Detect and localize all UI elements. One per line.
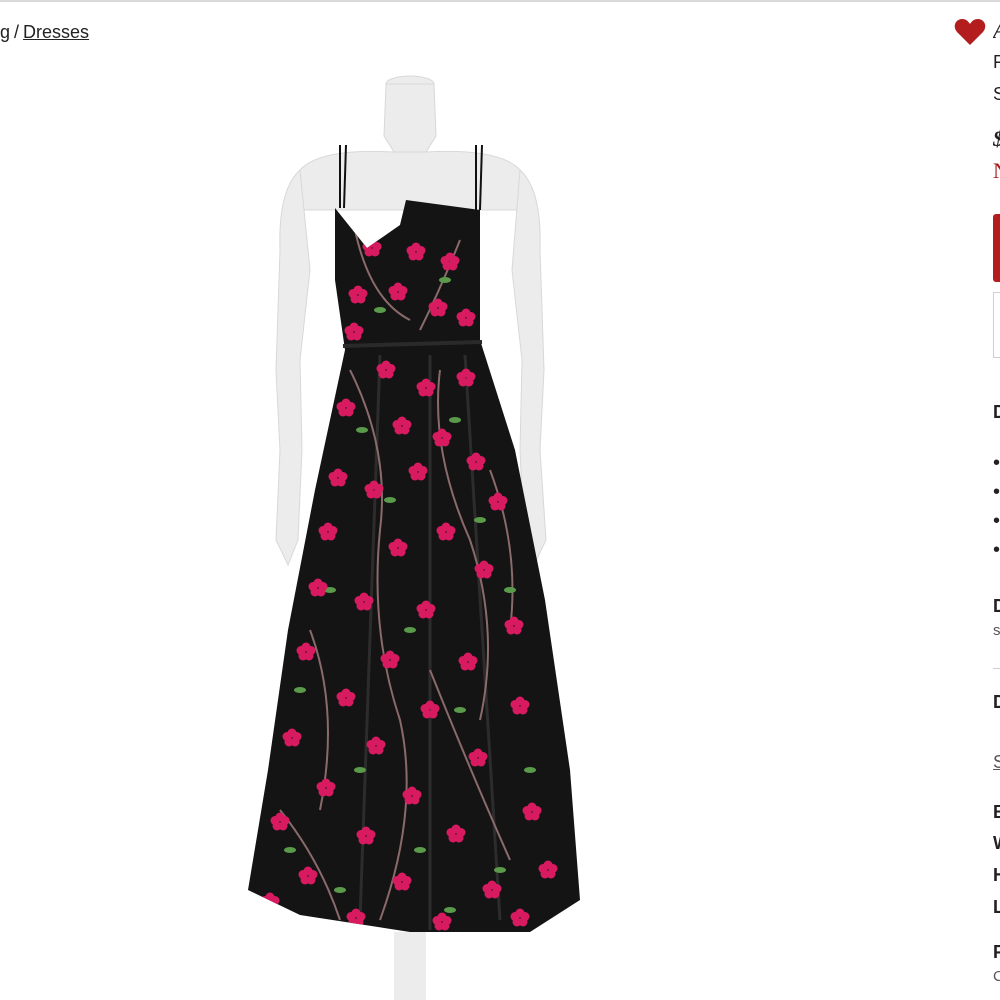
spec-row-label: L [993, 897, 1000, 917]
secondary-button[interactable] [993, 292, 1000, 358]
size-guide-link[interactable]: S [993, 752, 1000, 773]
price: $ [993, 126, 1000, 152]
detail-bullet: • [993, 539, 1000, 561]
spec-row-label: W [993, 833, 1000, 854]
detail-bullet: • [993, 452, 1000, 474]
spec-row-label: B [993, 802, 1000, 822]
spec-row-label: H [993, 865, 1000, 885]
footer-text: C [993, 968, 1000, 985]
breadcrumb-dresses-link[interactable]: Dresses [23, 22, 89, 42]
dimensions-heading: D [993, 692, 1000, 712]
sale-label: N [993, 158, 1000, 184]
section-divider [993, 668, 1000, 669]
product-title: F [993, 52, 1000, 72]
product-details-panel: A F S $ N D • • • • D s D S B W H L F C [993, 0, 1000, 1000]
description-heading: D [993, 596, 1000, 616]
detail-bullet: • [993, 510, 1000, 532]
mannequin-base [394, 932, 426, 1000]
description-text: s [993, 622, 1000, 639]
details-heading: D [993, 402, 1000, 422]
top-border [0, 0, 1000, 2]
footer-heading: F [993, 942, 1000, 962]
add-to-bag-button[interactable] [993, 214, 1000, 282]
detail-bullet: • [993, 481, 1000, 503]
breadcrumb: g / Dresses [0, 22, 89, 43]
product-size: S [993, 84, 1000, 104]
brand-name[interactable]: A [993, 18, 1000, 45]
product-image[interactable] [180, 70, 640, 1000]
breadcrumb-separator: / [14, 22, 20, 42]
heart-icon[interactable] [954, 18, 986, 46]
breadcrumb-partial[interactable]: g [0, 22, 10, 42]
